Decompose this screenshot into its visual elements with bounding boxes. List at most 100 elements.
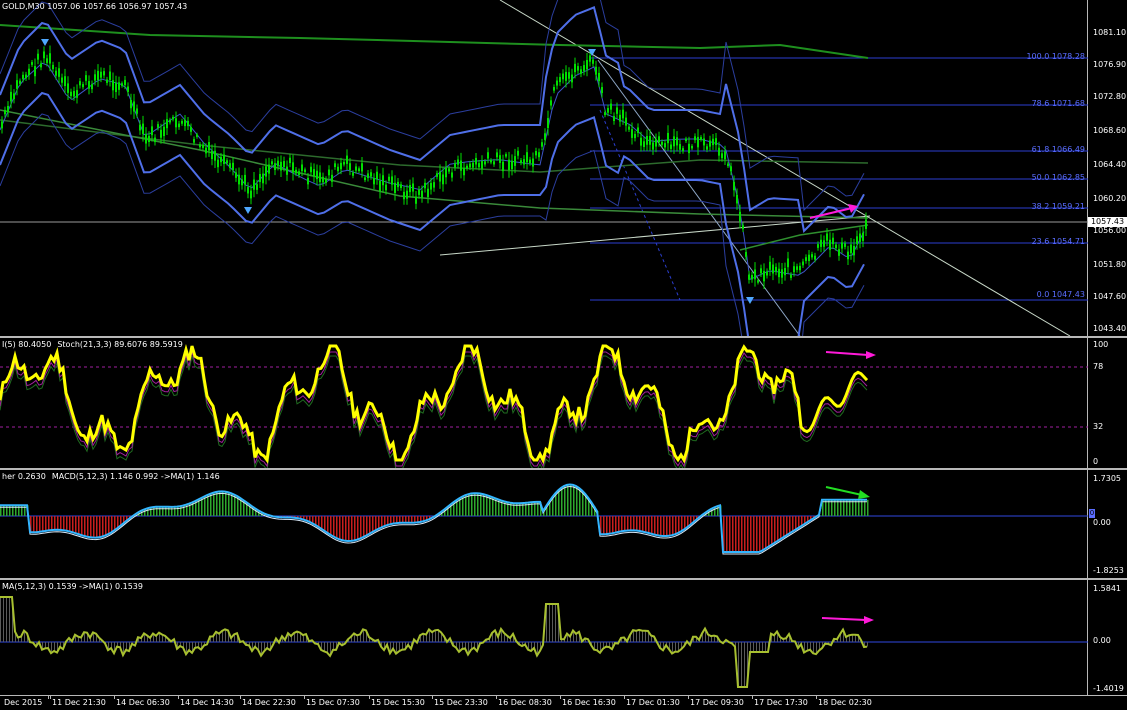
osma-histogram-bar xyxy=(327,642,328,652)
candle-body xyxy=(550,100,552,105)
candle-body xyxy=(709,140,711,146)
candle-body xyxy=(133,101,135,111)
time-tick-mark xyxy=(369,696,370,699)
candle-body xyxy=(481,161,483,169)
candle-body xyxy=(739,212,741,222)
candle-body xyxy=(163,127,165,136)
candle-body xyxy=(145,134,147,143)
macd-histogram-bar xyxy=(579,488,581,516)
candle-body xyxy=(397,182,399,187)
candle-body xyxy=(319,172,321,182)
price-panel[interactable]: GOLD,M30 1057.06 1057.66 1056.97 1057.43… xyxy=(0,0,1127,336)
time-tick-label: 14 Dec 06:30 xyxy=(116,698,170,707)
stochastic-panel[interactable]: I(5) 80.4050Stoch(21,3,3) 89.6076 89.591… xyxy=(0,338,1127,468)
candle-body xyxy=(139,124,141,130)
osma-plot-area[interactable] xyxy=(0,580,1088,695)
macd-histogram-bar xyxy=(669,516,671,536)
candle-body xyxy=(685,139,687,142)
macd-histogram-bar xyxy=(36,516,38,532)
candle-body xyxy=(313,169,315,177)
macd-histogram-bar xyxy=(486,495,488,516)
candle-body xyxy=(577,66,579,70)
macd-histogram-bar xyxy=(660,516,662,536)
candle-body xyxy=(1,121,3,128)
macd-histogram-bar xyxy=(477,493,479,516)
macd-histogram-bar xyxy=(627,516,629,531)
candle-body xyxy=(217,160,219,168)
candle-body xyxy=(70,92,72,96)
candle-body xyxy=(136,108,138,113)
macd-histogram-bar xyxy=(471,494,473,516)
stochastic-plot-area[interactable] xyxy=(0,338,1088,468)
macd-histogram-bar xyxy=(675,516,677,534)
macd-plot-area[interactable] xyxy=(0,470,1088,578)
macd-histogram-bar xyxy=(762,516,764,551)
macd-histogram-bar xyxy=(465,495,467,516)
price-chart-svg xyxy=(0,0,1088,336)
macd-panel[interactable]: her 0.2630MACD(5,12,3) 1.146 0.992 ->MA(… xyxy=(0,470,1127,578)
candle-body xyxy=(67,83,69,92)
macd-histogram-bar xyxy=(57,516,59,530)
candle-body xyxy=(508,160,510,170)
candle-body xyxy=(16,80,18,89)
candle-body xyxy=(190,127,192,132)
candle-body xyxy=(226,160,228,163)
candle-body xyxy=(373,178,375,184)
candle-body xyxy=(829,240,831,250)
candle-body xyxy=(295,170,297,174)
candle-body xyxy=(601,87,603,93)
macd-histogram-bar xyxy=(327,516,329,533)
candle-body xyxy=(706,146,708,149)
candle-body xyxy=(442,174,444,184)
stochastic-chart-svg xyxy=(0,338,1088,468)
candle-body xyxy=(118,82,120,90)
macd-histogram-bar xyxy=(567,485,569,516)
candle-body xyxy=(94,74,96,80)
candle-body xyxy=(34,66,36,76)
candle-body xyxy=(43,51,45,58)
osma-histogram-bar xyxy=(744,642,745,687)
osma-histogram-bar xyxy=(753,642,754,652)
candle-body xyxy=(388,177,390,181)
time-axis[interactable]: Dec 201511 Dec 21:3014 Dec 06:3014 Dec 1… xyxy=(0,695,1127,710)
macd-histogram-bar xyxy=(222,491,224,516)
candle-body xyxy=(337,167,339,171)
stoch-tick-78: 78 xyxy=(1093,362,1103,371)
osma-histogram-bar xyxy=(0,597,1,642)
macd-histogram-bar xyxy=(324,516,326,531)
price-header: GOLD,M30 1057.06 1057.66 1056.97 1057.43 xyxy=(2,2,187,11)
candle-body xyxy=(796,266,798,270)
candle-body xyxy=(241,180,243,186)
candle-body xyxy=(310,167,312,173)
time-tick-label: 15 Dec 07:30 xyxy=(306,698,360,707)
candle-body xyxy=(568,72,570,79)
osma-panel[interactable]: MA(5,12,3) 0.1539 ->MA(1) 0.1539 1.5841 … xyxy=(0,580,1127,695)
osma-histogram-bar xyxy=(852,635,853,642)
stoch-tick-100: 100 xyxy=(1093,340,1108,349)
candle-body xyxy=(721,153,723,158)
macd-histogram-bar xyxy=(351,516,353,541)
candle-body xyxy=(76,90,78,98)
macd-histogram-bar xyxy=(81,516,83,535)
macd-histogram-bar xyxy=(378,516,380,529)
candle-body xyxy=(421,191,423,198)
osma-histogram-bar xyxy=(189,642,190,650)
macd-histogram-bar xyxy=(765,516,767,549)
stoch-tick-32: 32 xyxy=(1093,422,1103,431)
macd-histogram-bar xyxy=(753,516,755,552)
macd-histogram-bar xyxy=(153,507,155,516)
bollinger-outer-lower-band xyxy=(0,114,864,336)
macd-histogram-bar xyxy=(480,493,482,516)
candle-body xyxy=(55,71,57,76)
divergence-arrow xyxy=(826,487,862,495)
price-plot-area[interactable] xyxy=(0,0,1088,336)
macd-histogram-bar xyxy=(651,516,653,534)
candle-body xyxy=(844,243,846,246)
macd-histogram-bar xyxy=(114,516,116,531)
candle-body xyxy=(229,163,231,168)
candle-body xyxy=(760,268,762,273)
macd-histogram-bar xyxy=(741,516,743,552)
candle-body xyxy=(238,175,240,185)
macd-histogram-bar xyxy=(168,507,170,516)
candle-body xyxy=(784,268,786,275)
